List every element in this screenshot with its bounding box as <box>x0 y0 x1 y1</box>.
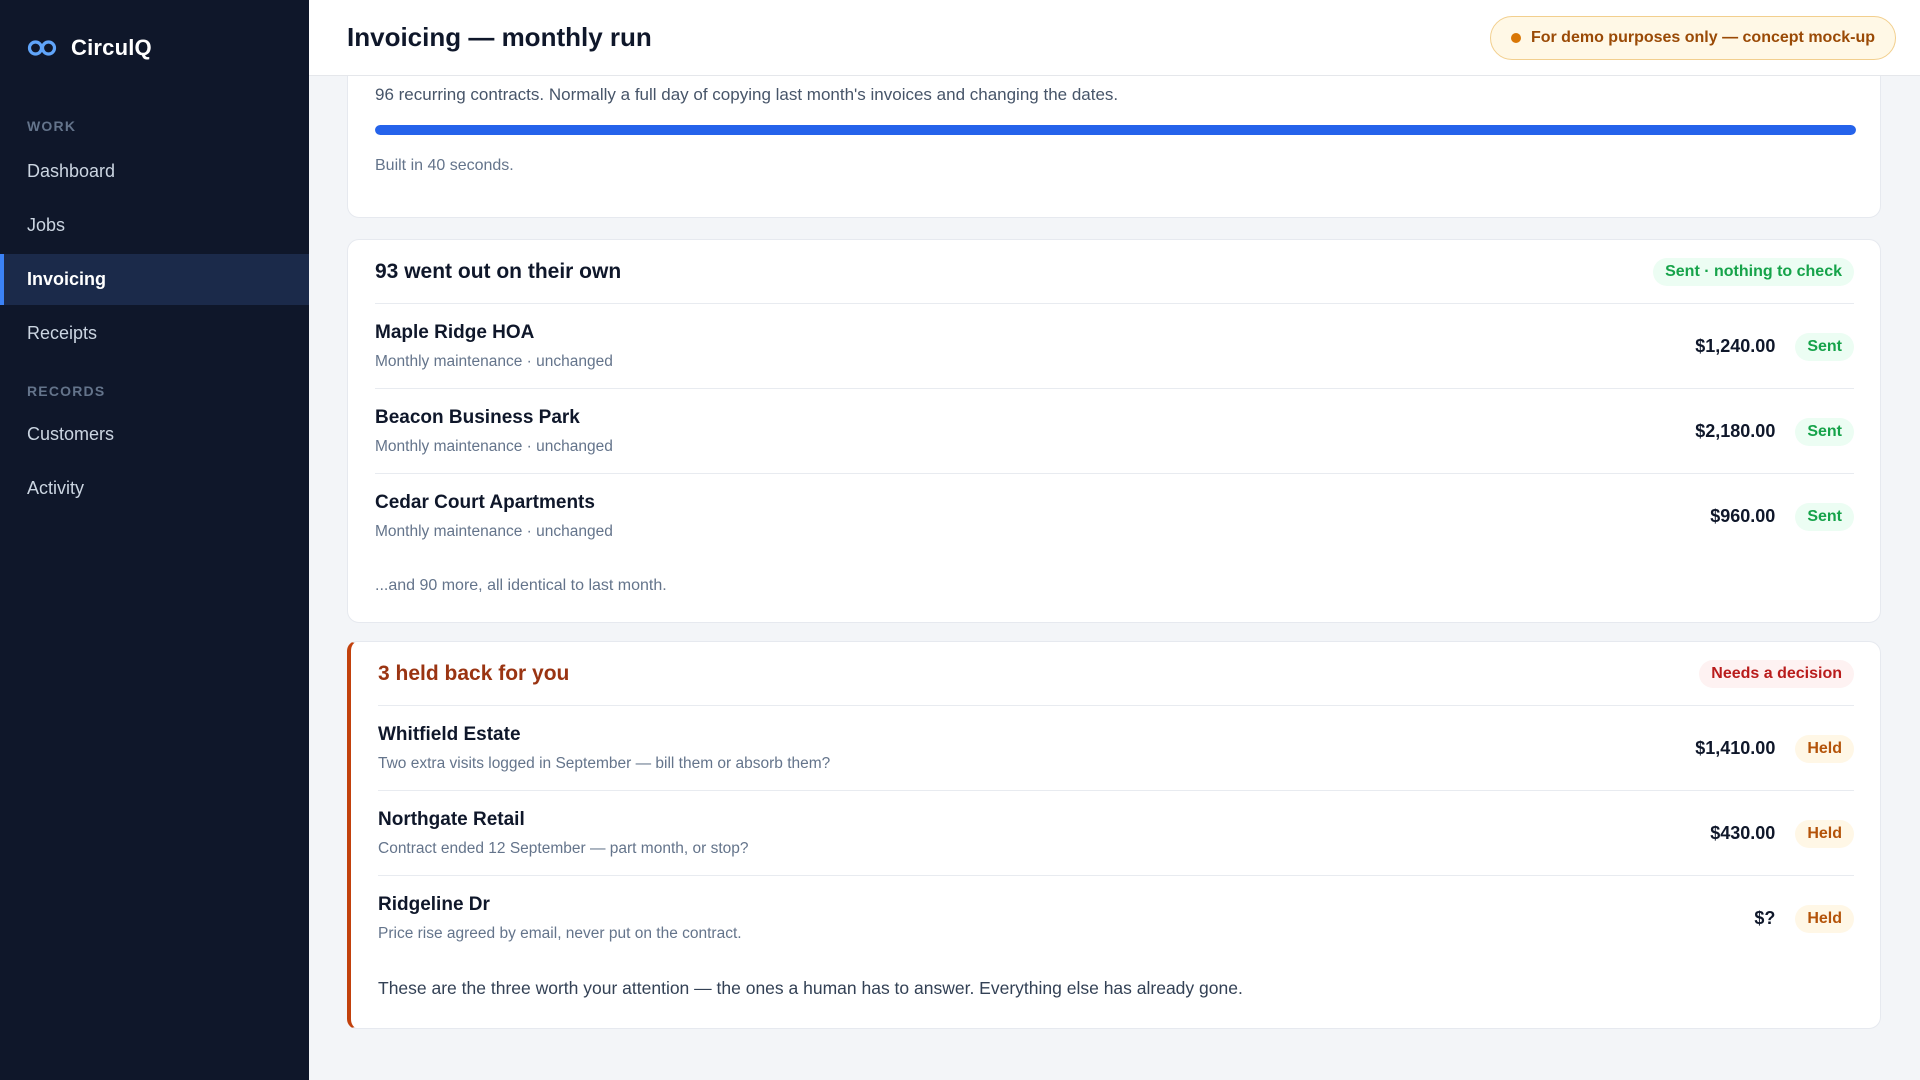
held-invoice-row[interactable]: Ridgeline Dr Price rise agreed by email,… <box>378 876 1854 961</box>
invoice-amount: $? <box>1754 908 1776 928</box>
brand[interactable]: CirculQ <box>0 0 309 96</box>
sidebar: CirculQ WORK Dashboard Jobs Invoicing Re… <box>0 0 309 1080</box>
held-invoice-row[interactable]: Whitfield Estate Two extra visits logged… <box>378 706 1854 791</box>
customer-name: Ridgeline Dr <box>378 894 490 915</box>
sent-invoices-card: 93 went out on their own Sent · nothing … <box>347 239 1881 623</box>
status-badge: Sent <box>1795 502 1854 531</box>
invoice-amount: $1,240.00 <box>1695 336 1776 356</box>
nav-section-work: WORK <box>27 118 77 134</box>
invoice-amount: $1,410.00 <box>1695 738 1776 758</box>
hold-reason: Contract ended 12 September — part month… <box>378 840 749 857</box>
demo-badge-text: For demo purposes only — concept mock-up <box>1530 28 1875 46</box>
sidebar-item-jobs[interactable]: Jobs <box>0 200 309 251</box>
invoice-summary: $2,180.00 Sent <box>1695 389 1854 474</box>
sidebar-item-dashboard[interactable]: Dashboard <box>0 146 309 197</box>
run-summary-card: 96 recurring contracts. Normally a full … <box>347 76 1881 218</box>
status-badge: Sent <box>1795 332 1854 361</box>
customer-name: Maple Ridge HOA <box>375 322 535 343</box>
invoice-amount: $430.00 <box>1710 823 1776 843</box>
decision-status-badge: Needs a decision <box>1699 659 1854 688</box>
invoice-note: Monthly maintenance · unchanged <box>375 353 613 370</box>
main-content[interactable]: 96 recurring contracts. Normally a full … <box>309 76 1920 1080</box>
hold-reason: Price rise agreed by email, never put on… <box>378 925 742 942</box>
sent-card-title: 93 went out on their own <box>375 259 622 283</box>
hold-reason: Two extra visits logged in September — b… <box>378 755 831 772</box>
sent-card-footer: ...and 90 more, all identical to last mo… <box>375 577 667 594</box>
customer-name: Northgate Retail <box>378 809 525 830</box>
held-card-footer: These are the three worth your attention… <box>378 978 1243 998</box>
invoice-summary: $1,240.00 Sent <box>1695 304 1854 389</box>
status-dot-icon <box>1510 32 1521 43</box>
invoice-summary: $960.00 Sent <box>1710 474 1854 559</box>
run-description: 96 recurring contracts. Normally a full … <box>375 85 1119 104</box>
customer-name: Beacon Business Park <box>375 407 580 428</box>
customer-name: Whitfield Estate <box>378 724 521 745</box>
invoice-row[interactable]: Beacon Business Park Monthly maintenance… <box>375 389 1854 474</box>
page-title: Invoicing — monthly run <box>347 22 652 52</box>
sidebar-item-invoicing[interactable]: Invoicing <box>0 254 309 305</box>
invoice-summary: $1,410.00 Held <box>1695 706 1854 791</box>
status-badge: Held <box>1795 819 1854 848</box>
held-invoices-card: 3 held back for you Needs a decision Whi… <box>347 641 1881 1029</box>
page-header: Invoicing — monthly run For demo purpose… <box>309 0 1920 76</box>
build-time: Built in 40 seconds. <box>375 157 514 174</box>
invoice-row[interactable]: Maple Ridge HOA Monthly maintenance · un… <box>375 304 1854 389</box>
sidebar-item-customers[interactable]: Customers <box>0 409 309 460</box>
invoice-row[interactable]: Cedar Court Apartments Monthly maintenan… <box>375 474 1854 559</box>
demo-badge: For demo purposes only — concept mock-up <box>1489 15 1896 60</box>
held-card-header: 3 held back for you Needs a decision <box>378 642 1854 706</box>
held-invoice-row[interactable]: Northgate Retail Contract ended 12 Septe… <box>378 791 1854 876</box>
build-progress-fill <box>375 125 1856 135</box>
nav-section-records: RECORDS <box>27 383 106 399</box>
app-name: CirculQ <box>71 35 152 60</box>
invoice-summary: $430.00 Held <box>1710 791 1854 876</box>
infinity-logo-icon <box>27 40 57 56</box>
sidebar-item-activity[interactable]: Activity <box>0 463 309 514</box>
invoice-note: Monthly maintenance · unchanged <box>375 523 613 540</box>
sent-card-header: 93 went out on their own Sent · nothing … <box>375 240 1854 304</box>
status-badge: Held <box>1795 904 1854 933</box>
invoice-note: Monthly maintenance · unchanged <box>375 438 613 455</box>
nav-list-records: Customers Activity <box>0 409 309 514</box>
invoice-amount: $2,180.00 <box>1695 421 1776 441</box>
nav-list-work: Dashboard Jobs Invoicing Receipts <box>0 146 309 359</box>
invoice-amount: $960.00 <box>1710 506 1776 526</box>
status-badge: Held <box>1795 734 1854 763</box>
held-card-title: 3 held back for you <box>378 661 570 685</box>
status-badge: Sent <box>1795 417 1854 446</box>
customer-name: Cedar Court Apartments <box>375 492 595 513</box>
sidebar-item-receipts[interactable]: Receipts <box>0 308 309 359</box>
invoice-summary: $? Held <box>1754 876 1854 961</box>
sent-status-badge: Sent · nothing to check <box>1653 257 1854 286</box>
build-progress-bar <box>375 125 1856 135</box>
